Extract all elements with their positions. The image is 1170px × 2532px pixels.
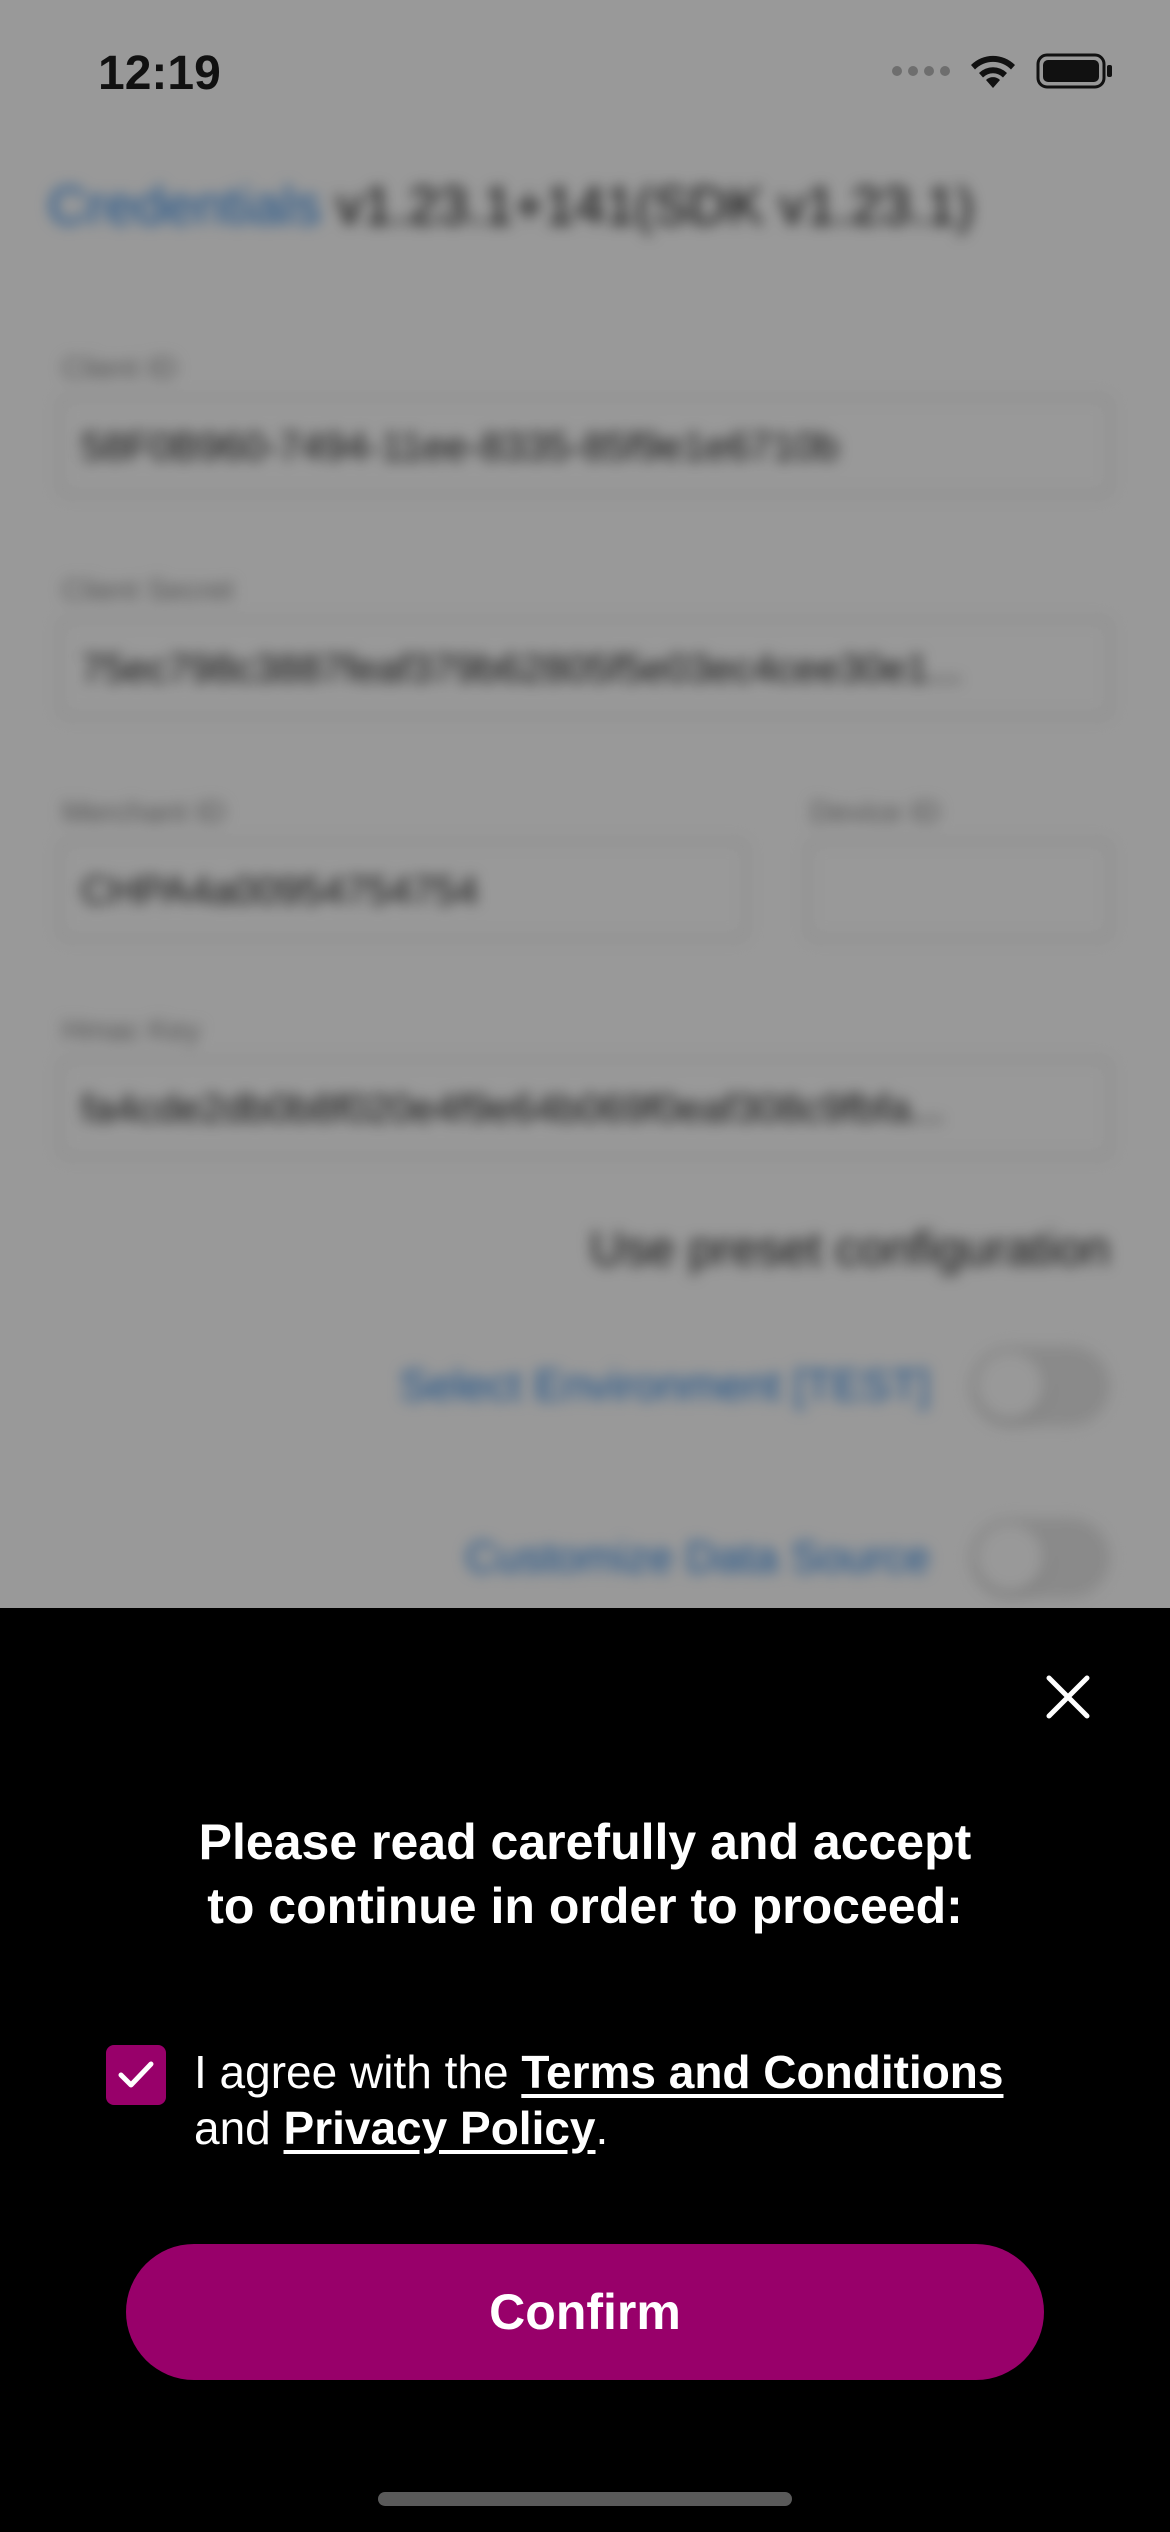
- close-button[interactable]: [1036, 1665, 1100, 1729]
- status-icons: [892, 52, 1114, 90]
- agree-suffix: .: [595, 2102, 609, 2154]
- consent-title-line1: Please read carefully and accept: [198, 1814, 972, 1870]
- battery-icon: [1036, 53, 1112, 89]
- privacy-link[interactable]: Privacy Policy: [284, 2102, 596, 2154]
- home-indicator[interactable]: [378, 2492, 792, 2506]
- modal-scrim[interactable]: [0, 0, 1170, 1608]
- terms-link[interactable]: Terms and Conditions: [521, 2046, 1003, 2098]
- signal-dots-icon: [892, 66, 950, 76]
- close-icon: [1046, 1675, 1090, 1719]
- agree-prefix: I agree with the: [194, 2046, 522, 2098]
- agree-checkbox[interactable]: [106, 2045, 166, 2105]
- background-screen: Credentials v1.23.1+141(SDK v1.23.1) Cli…: [0, 0, 1170, 1608]
- consent-title-line2: to continue in order to proceed:: [207, 1878, 963, 1934]
- confirm-button[interactable]: Confirm: [126, 2244, 1044, 2380]
- wifi-icon: [971, 55, 1015, 88]
- agreement-text: I agree with the Terms and Conditions an…: [194, 2044, 1094, 2156]
- status-bar: 12:19: [0, 0, 1170, 150]
- checkmark-icon: [118, 2061, 154, 2088]
- agree-middle: and: [194, 2102, 284, 2154]
- status-time: 12:19: [98, 47, 221, 100]
- consent-title: Please read carefully and accept to cont…: [0, 1810, 1170, 1938]
